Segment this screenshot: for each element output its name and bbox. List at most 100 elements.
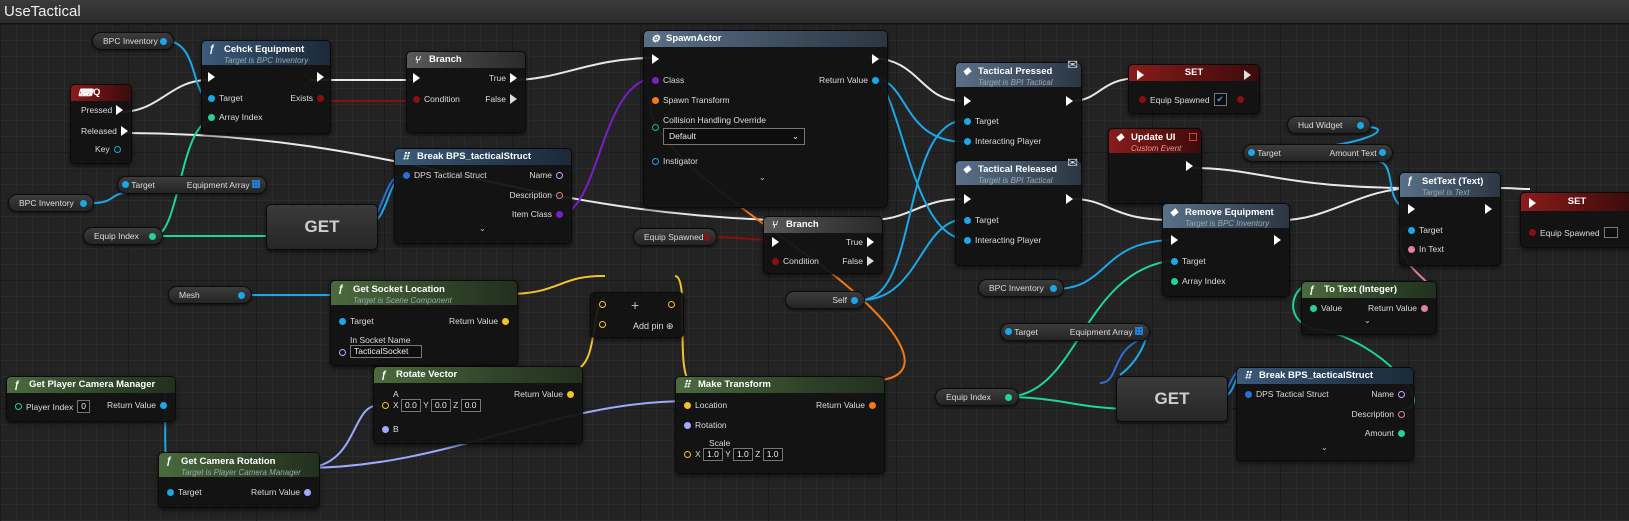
exec-out-pin[interactable] — [1274, 235, 1281, 245]
object-pin-icon[interactable] — [851, 296, 858, 304]
set-equip-spawned-node[interactable]: SET Equip Spawned — [1520, 192, 1629, 248]
rotator-pin-icon[interactable] — [684, 421, 691, 429]
int-pin-icon[interactable] — [1310, 304, 1317, 312]
struct-pin-icon[interactable] — [403, 171, 410, 179]
bool-pin-icon[interactable] — [317, 94, 324, 102]
bool-pin-icon[interactable] — [1236, 96, 1244, 103]
vector-pin-icon[interactable] — [668, 301, 675, 308]
player-index-input[interactable]: 0 — [77, 400, 90, 413]
get-camera-rotation-node[interactable]: ƒ Get Camera Rotation Target is Player Cam… — [158, 452, 320, 508]
get-player-camera-manager-node[interactable]: ƒ Get Player Camera Manager Player Index 0… — [6, 376, 176, 422]
tactical-pressed-node[interactable]: ◆ Tactical Pressed Target is BPI Tactical ✉… — [955, 57, 1082, 168]
vector-pin-icon[interactable] — [599, 321, 606, 328]
rotator-pin-icon[interactable] — [304, 488, 311, 496]
q-key-event-node[interactable]: ⌨ Q Pressed Released Key — [70, 84, 132, 164]
exec-out-pin[interactable] — [1244, 70, 1251, 80]
object-pin-icon[interactable] — [339, 317, 346, 325]
vector-pin-icon[interactable] — [502, 317, 509, 325]
var-equip-index[interactable]: Equip Index — [935, 388, 1019, 406]
exec-in-pin[interactable] — [1529, 198, 1536, 208]
exec-in-pin[interactable] — [772, 237, 779, 247]
object-pin-icon[interactable] — [652, 157, 659, 165]
vector-pin-icon[interactable] — [382, 402, 389, 409]
array-pin-icon[interactable] — [1135, 327, 1143, 335]
var-bpc-inventory[interactable]: BPC Inventory — [978, 279, 1064, 297]
vector-pin-icon[interactable] — [599, 301, 606, 308]
vector-pin-icon[interactable] — [567, 390, 574, 398]
rotate-vector-node[interactable]: ƒ Rotate Vector AX 0.0 Y 0.0 Z 0.0 Return… — [373, 366, 583, 444]
y-input[interactable]: 0.0 — [430, 399, 451, 412]
exec-out-pin[interactable] — [510, 94, 517, 104]
exec-in-pin[interactable] — [1171, 235, 1178, 245]
bool-pin-icon[interactable] — [1139, 96, 1146, 103]
object-pin-icon[interactable] — [1171, 257, 1178, 265]
transform-pin-icon[interactable] — [869, 401, 876, 409]
rotator-pin-icon[interactable] — [382, 425, 389, 433]
exec-out-pin[interactable] — [116, 105, 124, 115]
get-array-item-node[interactable]: GET — [266, 204, 378, 250]
delegate-pin-icon[interactable] — [1189, 133, 1197, 141]
chevron-down-icon[interactable]: ⌄ — [759, 173, 766, 182]
array-pin-icon[interactable] — [252, 180, 260, 188]
transform-pin-icon[interactable] — [652, 96, 659, 104]
object-pin-icon[interactable] — [964, 117, 971, 125]
spawn-actor-node[interactable]: ⚙ SpawnActor Class Return Value Spawn Tra… — [643, 30, 888, 208]
equip-spawned-checkbox[interactable] — [1603, 227, 1618, 238]
object-pin-icon[interactable] — [80, 199, 87, 207]
int-pin-icon[interactable] — [1005, 393, 1012, 401]
int-pin-icon[interactable] — [208, 113, 215, 121]
scale-x-input[interactable]: 1.0 — [703, 448, 723, 461]
object-pin-icon[interactable] — [1248, 149, 1255, 156]
var-bpc-inventory[interactable]: BPC Inventory — [8, 194, 94, 212]
equip-spawned-checkbox[interactable]: ✔ — [1213, 93, 1227, 106]
remove-equipment-node[interactable]: ◆ Remove Equipment Target is BPC Inventory… — [1162, 203, 1290, 297]
get-array-item-node[interactable]: GET — [1116, 376, 1228, 422]
object-pin-icon[interactable] — [964, 216, 971, 224]
bool-pin-icon[interactable] — [1529, 229, 1536, 236]
object-pin-icon[interactable] — [167, 488, 174, 496]
exec-in-pin[interactable] — [964, 96, 971, 106]
bool-pin-icon[interactable] — [772, 257, 779, 265]
check-equipment-node[interactable]: ƒ Cehck Equipment Target is BPC Inventory … — [201, 40, 331, 134]
object-pin-icon[interactable] — [238, 291, 245, 299]
make-transform-node[interactable]: ⠿ Make Transform Location Return Value Ro… — [675, 376, 885, 474]
class-pin-icon[interactable] — [652, 76, 659, 84]
object-pin-icon[interactable] — [1050, 284, 1057, 292]
x-input[interactable]: 0.0 — [401, 399, 421, 412]
object-pin-icon[interactable] — [964, 137, 971, 145]
add-vector-node[interactable]: + Add pin ⊕ — [590, 292, 684, 338]
get-socket-location-node[interactable]: ƒ Get Socket Location Target is Scene Comp… — [330, 280, 518, 366]
exec-out-pin[interactable] — [120, 126, 128, 136]
object-pin-icon[interactable] — [160, 401, 167, 409]
class-pin-icon[interactable] — [556, 210, 563, 218]
exec-out-pin[interactable] — [510, 73, 517, 83]
exec-out-pin[interactable] — [1066, 96, 1073, 106]
text-pin-icon[interactable] — [556, 191, 563, 199]
exec-in-pin[interactable] — [652, 54, 659, 64]
chevron-down-icon[interactable]: ⌄ — [1321, 443, 1328, 452]
chevron-down-icon[interactable]: ⌄ — [1364, 316, 1371, 325]
vector-pin-icon[interactable] — [684, 401, 691, 409]
break-tactical-struct-node[interactable]: ⠿ Break BPS_tacticalStruct DPS Tactical S… — [1236, 367, 1414, 461]
exec-in-pin[interactable] — [1408, 204, 1415, 214]
struct-pin-icon[interactable] — [113, 145, 121, 153]
to-text-integer-node[interactable]: ƒ To Text (Integer) Value Return Value ⌄ — [1301, 281, 1437, 335]
vector-pin-icon[interactable] — [684, 451, 691, 458]
int-pin-icon[interactable] — [1398, 429, 1405, 437]
exec-out-pin[interactable] — [867, 256, 874, 266]
object-pin-icon[interactable] — [1357, 121, 1364, 129]
exec-out-pin[interactable] — [867, 237, 874, 247]
enum-pin-icon[interactable] — [652, 124, 659, 131]
branch-node[interactable]: ⑂ Branch True Condition False — [763, 216, 883, 274]
scale-z-input[interactable]: 1.0 — [762, 448, 783, 461]
settext-node[interactable]: ƒ SetText (Text) Target is Text Target In … — [1399, 172, 1501, 266]
tactical-released-node[interactable]: ◆ Tactical Released Target is BPI Tactical… — [955, 155, 1082, 266]
var-hud-widget[interactable]: Hud Widget — [1287, 116, 1371, 134]
branch-node[interactable]: ⑂ Branch True Condition False — [406, 51, 526, 133]
amount-text-getter[interactable]: Target Amount Text — [1243, 144, 1393, 162]
var-equip-spawned[interactable]: Equip Spawned — [633, 228, 717, 246]
add-pin-button[interactable]: Add pin ⊕ — [633, 321, 674, 332]
equipment-array-getter[interactable]: Target Equipment Array — [117, 176, 267, 194]
exec-in-pin[interactable] — [1137, 70, 1144, 80]
var-equip-index[interactable]: Equip Index — [83, 227, 163, 245]
